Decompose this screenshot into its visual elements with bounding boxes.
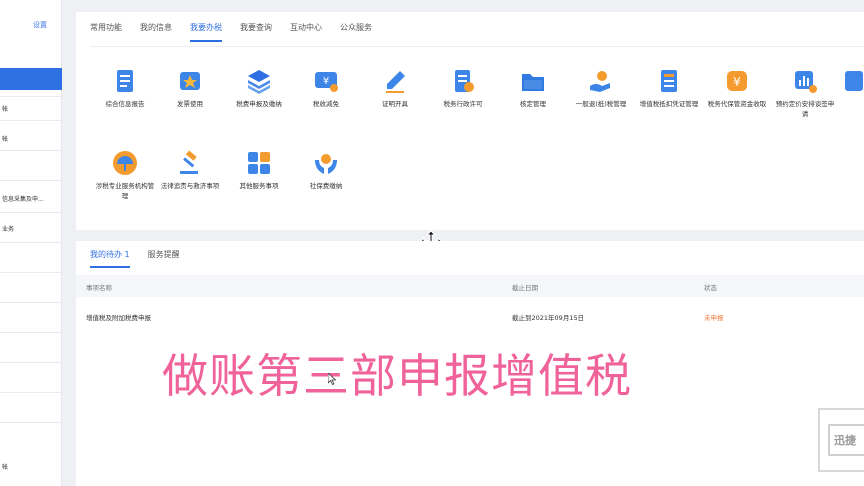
sidebar-divider [0, 180, 62, 181]
hands-shield-icon [313, 150, 339, 176]
grid-icon [246, 150, 272, 176]
service-label: 税收减免 [313, 100, 339, 108]
service-label: 税务行政许可 [443, 100, 483, 108]
tab-my-todo[interactable]: 我的待办 1 [90, 249, 130, 268]
tab-interaction-center[interactable]: 互动中心 [290, 22, 322, 42]
service-label: 综合信息报告 [105, 100, 145, 108]
column-header-name: 事项名称 [86, 284, 112, 292]
sidebar-divider [0, 302, 62, 303]
document-check-icon [450, 68, 476, 94]
service-invoice-use[interactable]: 发票使用 [159, 68, 221, 109]
tab-common-functions[interactable]: 常用功能 [90, 22, 122, 42]
sidebar: 设置 帐 帐 信息采集及申... 业务 帐 [0, 0, 62, 486]
column-header-status: 状态 [704, 284, 717, 292]
watermark-text: 迅捷 [828, 424, 864, 456]
service-label: 发票使用 [177, 100, 203, 108]
sidebar-divider [0, 120, 62, 121]
table-row[interactable]: 增值税及附加税费申报 截止到2021年09月15日 未申报 [76, 305, 864, 327]
service-social-insurance[interactable]: 社保费缴纳 [295, 150, 357, 191]
sidebar-item[interactable]: 业务 [0, 224, 62, 233]
tabs-divider [90, 46, 864, 47]
watermark-logo: 迅捷 [818, 408, 864, 472]
service-professional-agency[interactable]: 涉税专业服务机构管理 [94, 150, 156, 201]
yuan-ticket-icon: ¥ [313, 68, 339, 94]
svg-text:¥: ¥ [733, 75, 741, 89]
sidebar-item[interactable]: 信息采集及申... [0, 194, 62, 203]
service-legal-remedy[interactable]: 法律追责与救济事项 [159, 150, 221, 191]
tab-service-reminder[interactable]: 服务提醒 [148, 249, 180, 268]
service-label: 预约定价安排谈签申请 [775, 100, 835, 118]
service-label: 税务代保管资金收取 [707, 100, 767, 108]
tab-tax-handling[interactable]: 我要办税 [190, 22, 222, 42]
sidebar-divider [0, 392, 62, 393]
service-label: 增值税抵扣凭证管理 [639, 100, 699, 108]
service-verification-management[interactable]: 核定管理 [502, 68, 564, 109]
table-header: 事项名称 截止日期 状态 [76, 275, 864, 297]
sidebar-divider [0, 96, 62, 97]
service-label: 涉税专业服务机构管理 [95, 182, 155, 200]
chart-coin-icon [792, 68, 818, 94]
video-caption: 做账第三部申报增值税 [162, 349, 632, 403]
tab-public-service[interactable]: 公众服务 [340, 22, 372, 42]
todo-tabs: 我的待办 1 服务提醒 [90, 249, 198, 268]
service-more[interactable] [842, 68, 864, 94]
tab-query[interactable]: 我要查询 [240, 22, 272, 42]
service-icon [842, 68, 864, 94]
ledger-icon [656, 68, 682, 94]
service-label: 一般退(抵)税管理 [575, 100, 627, 108]
column-header-deadline: 截止日期 [512, 284, 538, 292]
folder-icon [520, 68, 546, 94]
invoice-star-icon [177, 68, 203, 94]
service-label: 法律追责与救济事项 [160, 182, 220, 190]
service-declaration-payment[interactable]: 税费申报及缴纳 [228, 68, 290, 109]
pen-icon [382, 68, 408, 94]
service-admin-license[interactable]: 税务行政许可 [432, 68, 494, 109]
sidebar-divider [0, 332, 62, 333]
umbrella-icon [112, 150, 138, 176]
sidebar-header: 设置 [0, 0, 61, 52]
sidebar-setting-link[interactable]: 设置 [33, 20, 47, 30]
service-vat-deduction-voucher[interactable]: 增值税抵扣凭证管理 [638, 68, 700, 109]
service-pricing-arrangement[interactable]: 预约定价安排谈签申请 [774, 68, 836, 119]
service-label: 税费申报及缴纳 [236, 100, 282, 108]
service-fund-custody[interactable]: ¥ 税务代保管资金收取 [706, 68, 768, 109]
service-label: 证明开具 [382, 100, 408, 108]
service-refund-management[interactable]: 一般退(抵)税管理 [570, 68, 632, 109]
todo-item-name[interactable]: 增值税及附加税费申报 [86, 312, 151, 322]
sidebar-divider [0, 150, 62, 151]
todo-item-status[interactable]: 未申报 [704, 312, 724, 322]
todo-item-deadline: 截止到2021年09月15日 [512, 314, 585, 322]
sidebar-divider [0, 362, 62, 363]
hand-coin-icon [588, 68, 614, 94]
service-label: 核定管理 [520, 100, 546, 108]
sidebar-active-item[interactable] [0, 68, 62, 90]
sidebar-divider [0, 272, 62, 273]
sidebar-item[interactable]: 帐 [0, 104, 62, 113]
layers-icon [246, 68, 272, 94]
service-comprehensive-report[interactable]: 综合信息报告 [94, 68, 156, 109]
document-list-icon [112, 68, 138, 94]
service-tax-reduction[interactable]: ¥ 税收减免 [295, 68, 357, 109]
service-label: 社保费缴纳 [309, 182, 343, 190]
sidebar-item[interactable]: 帐 [0, 462, 62, 471]
sidebar-divider [0, 212, 62, 213]
sidebar-item[interactable]: 帐 [0, 134, 62, 143]
service-certificate-issue[interactable]: 证明开具 [364, 68, 426, 109]
tab-my-info[interactable]: 我的信息 [140, 22, 172, 42]
gavel-icon [177, 150, 203, 176]
top-tabs: 常用功能 我的信息 我要办税 我要查询 互动中心 公众服务 [90, 22, 390, 42]
service-other-matters[interactable]: 其他服务事项 [228, 150, 290, 191]
svg-text:¥: ¥ [323, 76, 329, 87]
mouse-pointer-icon [327, 370, 337, 386]
service-panel: 常用功能 我的信息 我要办税 我要查询 互动中心 公众服务 综合信息报告 发票使… [76, 12, 864, 230]
service-label: 其他服务事项 [239, 182, 279, 190]
sidebar-divider [0, 422, 62, 423]
sidebar-divider [0, 242, 62, 243]
coin-icon: ¥ [724, 68, 750, 94]
